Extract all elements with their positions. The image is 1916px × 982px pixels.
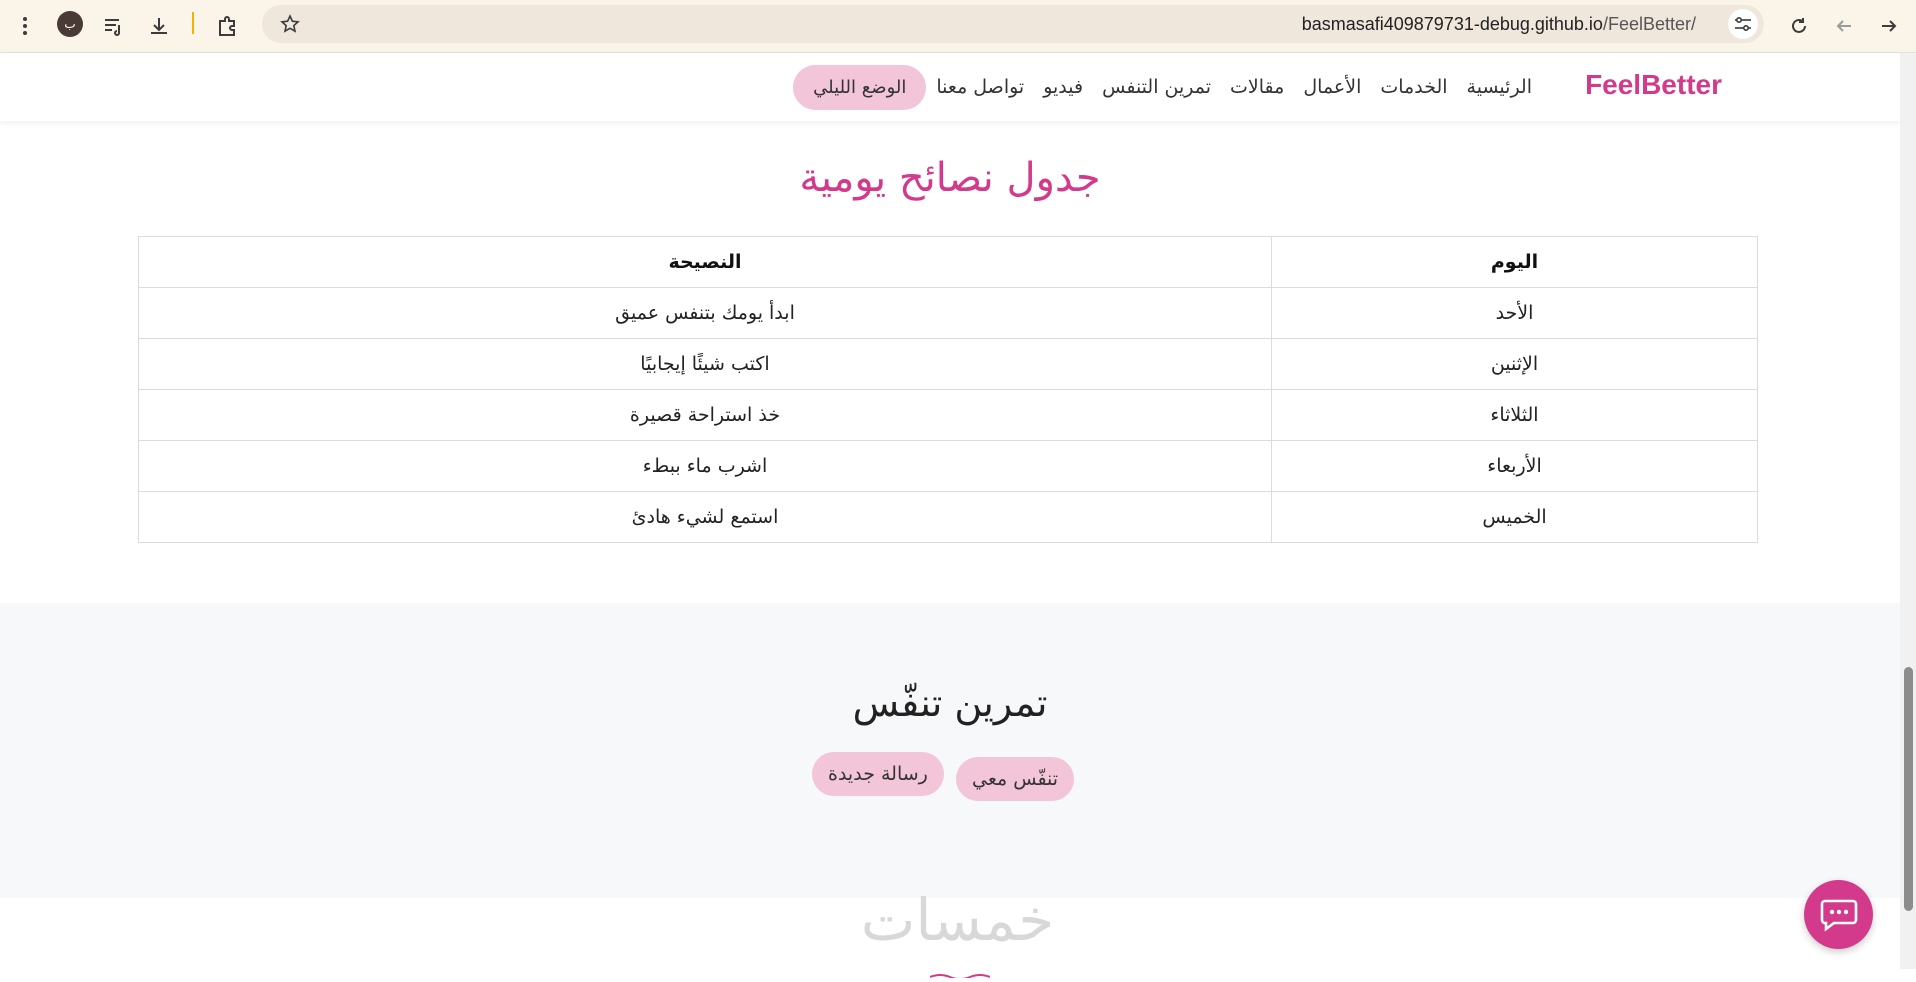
nav-breathing[interactable]: تمرين التنفس <box>1102 76 1211 98</box>
khamsat-watermark: خمسات <box>860 886 1055 954</box>
table-row: الأربعاء اشرب ماء ببطء <box>138 440 1758 492</box>
breathing-section: تمرين تنفّس تنفّس معي رسالة جديدة <box>0 603 1900 898</box>
forward-arrow-icon[interactable] <box>1873 10 1905 42</box>
menu-dots-icon[interactable] <box>9 10 41 42</box>
media-queue-icon[interactable] <box>98 10 130 42</box>
nav-home[interactable]: الرئيسية <box>1467 76 1532 98</box>
chat-bubble-icon <box>1820 899 1857 932</box>
browser-toolbar: ب basmasafi409879731-debug.github.io/Fee… <box>0 0 1916 53</box>
bookmark-star-icon[interactable] <box>274 8 306 40</box>
nav-services[interactable]: الخدمات <box>1380 76 1447 98</box>
nav-works[interactable]: الأعمال <box>1303 76 1361 98</box>
tip-cell: خذ استراحة قصيرة <box>138 389 1272 441</box>
column-header-tip: النصيحة <box>138 236 1272 288</box>
main-nav: الرئيسية الخدمات الأعمال مقالات تمرين ال… <box>793 53 1532 121</box>
day-cell: الإثنين <box>1271 338 1758 390</box>
tip-cell: اكتب شيئًا إيجابيًا <box>138 338 1272 390</box>
site-settings-icon[interactable] <box>1728 9 1758 39</box>
chat-button[interactable] <box>1804 880 1873 949</box>
nav-contact[interactable]: تواصل معنا <box>936 76 1024 98</box>
toolbar-divider <box>192 12 194 34</box>
page-scrollbar[interactable] <box>1900 53 1916 969</box>
profile-avatar[interactable]: ب <box>57 11 83 37</box>
table-header-row: اليوم النصيحة <box>138 236 1758 288</box>
breathing-title: تمرين تنفّس <box>852 681 1048 725</box>
nav-video[interactable]: فيديو <box>1043 76 1083 98</box>
address-bar[interactable]: basmasafi409879731-debug.github.io/FeelB… <box>262 5 1764 43</box>
url-text[interactable]: basmasafi409879731-debug.github.io/FeelB… <box>1302 5 1696 43</box>
site-logo[interactable]: FeelBetter <box>1585 69 1722 101</box>
tips-table: اليوم النصيحة الأحد ابدأ يومك بتنفس عميق… <box>138 236 1758 543</box>
tip-cell: اشرب ماء ببطء <box>138 440 1272 492</box>
new-message-button[interactable]: رسالة جديدة <box>812 752 944 796</box>
site-header: FeelBetter الرئيسية الخدمات الأعمال مقال… <box>0 53 1900 121</box>
extensions-icon[interactable] <box>211 10 243 42</box>
reload-icon[interactable] <box>1783 10 1815 42</box>
day-cell: الأربعاء <box>1271 440 1758 492</box>
tip-cell: ابدأ يومك بتنفس عميق <box>138 287 1272 339</box>
column-header-day: اليوم <box>1271 236 1758 288</box>
day-cell: الثلاثاء <box>1271 389 1758 441</box>
table-row: الثلاثاء خذ استراحة قصيرة <box>138 389 1758 441</box>
breathe-with-me-button[interactable]: تنفّس معي <box>956 757 1075 801</box>
footer-accent <box>929 963 991 980</box>
scrollbar-thumb[interactable] <box>1904 667 1913 911</box>
download-icon[interactable] <box>143 10 175 42</box>
day-cell: الأحد <box>1271 287 1758 339</box>
nav-articles[interactable]: مقالات <box>1230 76 1284 98</box>
table-row: الخميس استمع لشيء هادئ <box>138 491 1758 543</box>
tip-cell: استمع لشيء هادئ <box>138 491 1272 543</box>
table-row: الأحد ابدأ يومك بتنفس عميق <box>138 287 1758 339</box>
night-mode-button[interactable]: الوضع الليلي <box>793 64 927 110</box>
tips-title: جدول نصائح يومية <box>799 155 1101 201</box>
day-cell: الخميس <box>1271 491 1758 543</box>
table-row: الإثنين اكتب شيئًا إيجابيًا <box>138 338 1758 390</box>
back-arrow-icon[interactable] <box>1828 10 1860 42</box>
